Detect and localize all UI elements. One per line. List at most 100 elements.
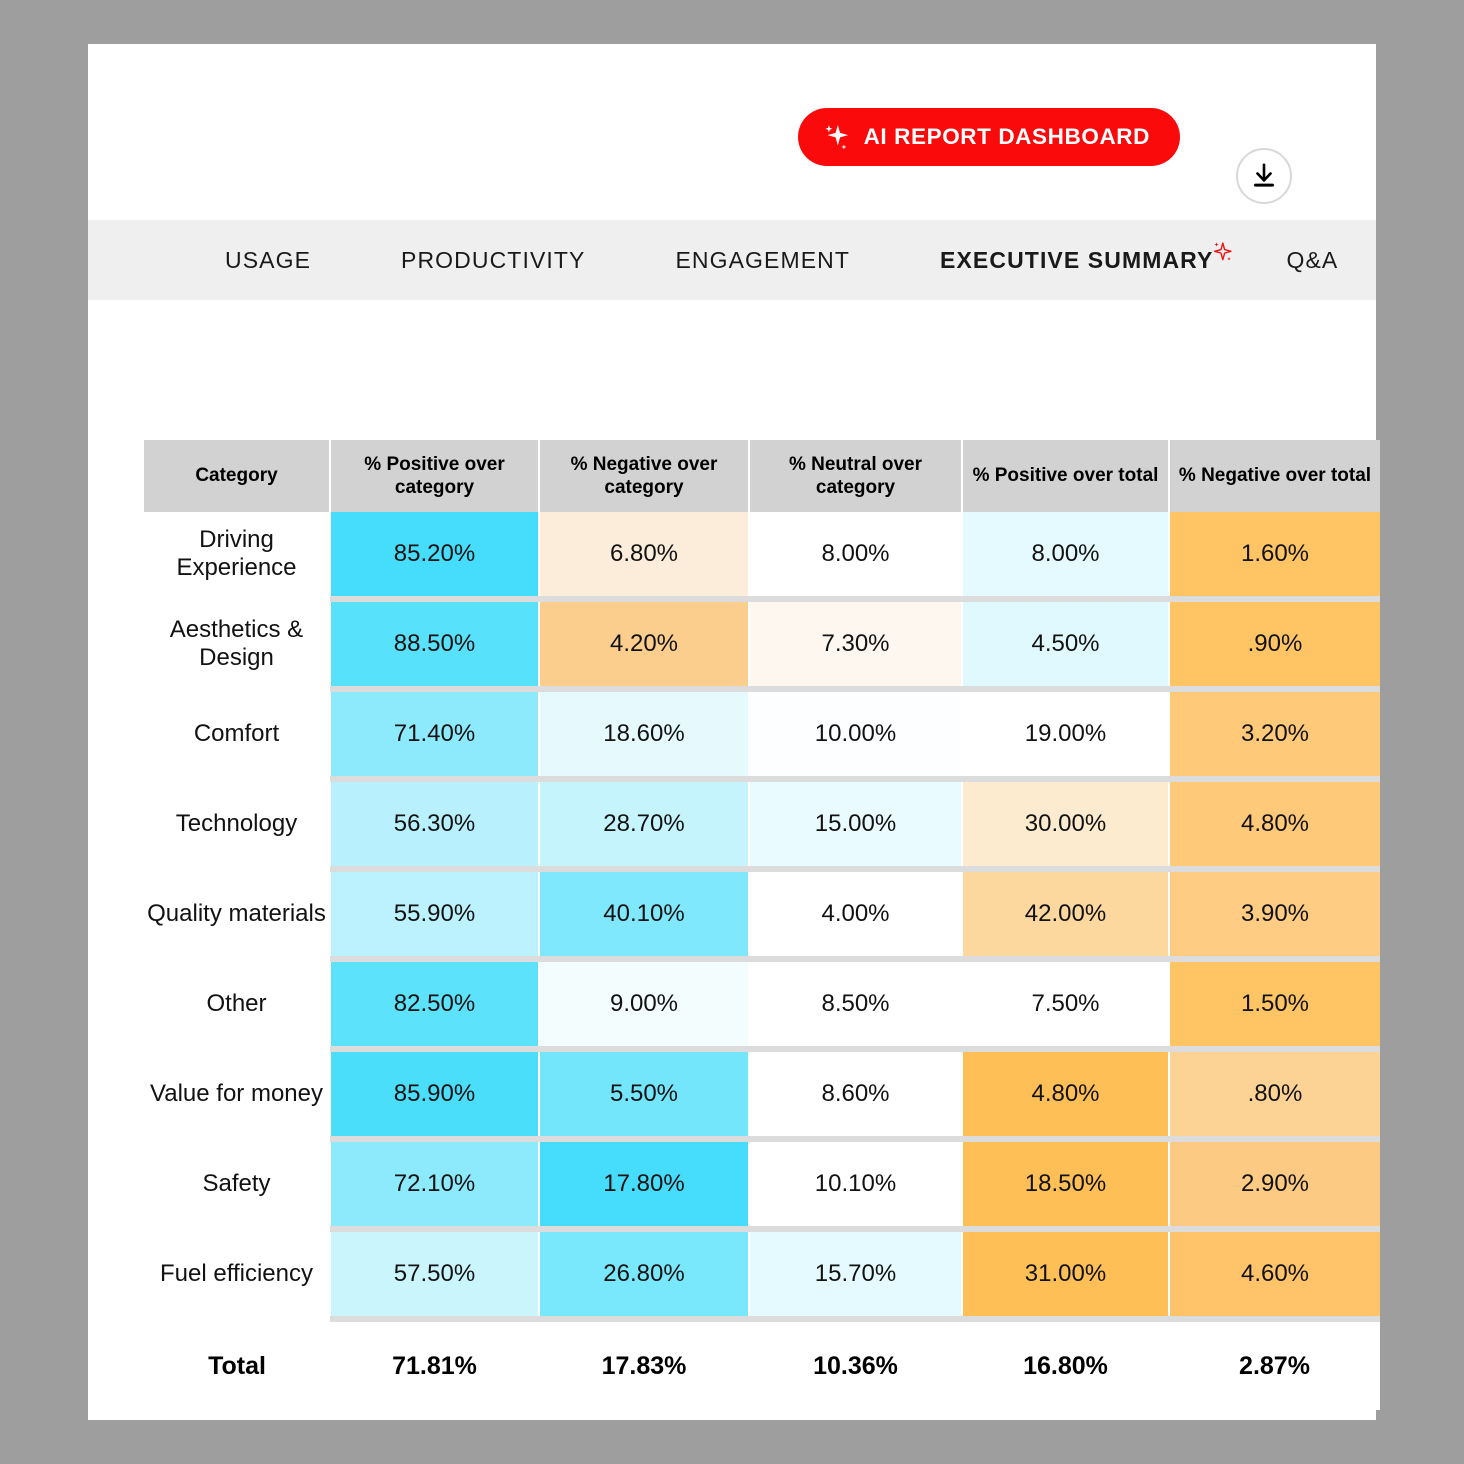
column-header-category[interactable]: Category — [144, 440, 331, 512]
page-header: AI REPORT DASHBOARD — [88, 44, 1376, 220]
table-row: Other 82.50% 9.00% 8.50% 7.50% 1.50% — [144, 962, 1380, 1046]
table-cell: 4.60% — [1169, 1232, 1380, 1316]
executive-summary-table: Category % Positive over category % Nega… — [144, 440, 1380, 1410]
row-category-label: Comfort — [144, 692, 331, 776]
table-cell: 18.60% — [539, 692, 750, 776]
table-cell: 40.10% — [539, 872, 750, 956]
sparkle-icon — [1214, 241, 1233, 261]
table-cell: 4.00% — [749, 872, 963, 956]
table-row: Value for money 85.90% 5.50% 8.60% 4.80% .80% — [144, 1052, 1380, 1136]
table-cell: 3.20% — [1169, 692, 1380, 776]
table-cell: 82.50% — [330, 962, 540, 1046]
table-cell: 15.70% — [749, 1232, 963, 1316]
table-cell: 31.00% — [962, 1232, 1170, 1316]
table-cell: 88.50% — [330, 602, 540, 686]
table-row: Comfort 71.40% 18.60% 10.00% 19.00% 3.20% — [144, 692, 1380, 776]
table-cell: 8.60% — [749, 1052, 963, 1136]
total-positive-over-category: 71.81% — [330, 1322, 539, 1410]
table-cell: 10.10% — [749, 1142, 963, 1226]
table-row: Quality materials 55.90% 40.10% 4.00% 42.00%… — [144, 872, 1380, 956]
table-cell: 30.00% — [962, 782, 1170, 866]
tab-engagement[interactable]: ENGAGEMENT — [630, 247, 895, 274]
table-cell: 85.90% — [330, 1052, 540, 1136]
table-cell: 26.80% — [539, 1232, 750, 1316]
row-category-label: Fuel efficiency — [144, 1232, 331, 1316]
row-category-label: Value for money — [144, 1052, 331, 1136]
table-cell: 28.70% — [539, 782, 750, 866]
table-cell: 17.80% — [539, 1142, 750, 1226]
column-header-neutral-over-category[interactable]: % Neutral over category — [749, 440, 963, 512]
column-header-positive-over-category[interactable]: % Positive over category — [330, 440, 540, 512]
download-button[interactable] — [1236, 148, 1292, 204]
tab-engagement-label: ENGAGEMENT — [675, 246, 851, 273]
download-icon — [1254, 163, 1274, 187]
table-cell: 19.00% — [962, 692, 1170, 776]
ai-report-dashboard-button[interactable]: AI REPORT DASHBOARD — [797, 108, 1180, 166]
tab-executive-summary[interactable]: EXECUTIVE SUMMARY — [895, 241, 1241, 274]
tab-qa-label: Q&A — [1286, 246, 1339, 273]
table-cell: 8.00% — [962, 512, 1170, 596]
column-header-positive-over-total[interactable]: % Positive over total — [962, 440, 1170, 512]
table-cell: 4.50% — [962, 602, 1170, 686]
table-cell: 56.30% — [330, 782, 540, 866]
table-row: Safety 72.10% 17.80% 10.10% 18.50% 2.90% — [144, 1142, 1380, 1226]
table-cell: 57.50% — [330, 1232, 540, 1316]
tab-usage[interactable]: USAGE — [180, 247, 356, 274]
table-header-row: Category % Positive over category % Nega… — [144, 440, 1380, 512]
table-cell: 1.60% — [1169, 512, 1380, 596]
table-cell: 18.50% — [962, 1142, 1170, 1226]
tab-usage-label: USAGE — [225, 246, 312, 273]
total-row: Total 71.81% 17.83% 10.36% 16.80% 2.87% — [144, 1322, 1380, 1410]
table-cell: 8.50% — [749, 962, 963, 1046]
table-cell: 8.00% — [749, 512, 963, 596]
total-neutral-over-category: 10.36% — [749, 1322, 962, 1410]
table-head: Category % Positive over category % Nega… — [144, 440, 1380, 512]
table-cell: .80% — [1169, 1052, 1380, 1136]
table-cell: .90% — [1169, 602, 1380, 686]
table-cell: 85.20% — [330, 512, 540, 596]
table-cell: 5.50% — [539, 1052, 750, 1136]
table-cell: 3.90% — [1169, 872, 1380, 956]
tab-executive-summary-label: EXECUTIVE SUMMARY — [940, 246, 1214, 273]
table-row: Fuel efficiency 57.50% 26.80% 15.70% 31.00% 4… — [144, 1232, 1380, 1316]
table-cell: 4.80% — [1169, 782, 1380, 866]
tab-qa[interactable]: Q&A — [1241, 247, 1383, 274]
table-cell: 72.10% — [330, 1142, 540, 1226]
table-body: Driving Experience 85.20% 6.80% 8.00% 8.00% 1… — [144, 512, 1380, 1316]
total-negative-over-category: 17.83% — [539, 1322, 749, 1410]
table-cell: 4.80% — [962, 1052, 1170, 1136]
column-header-negative-over-total[interactable]: % Negative over total — [1169, 440, 1380, 512]
total-label: Total — [144, 1322, 330, 1410]
tab-productivity[interactable]: PRODUCTIVITY — [356, 247, 630, 274]
table-cell: 2.90% — [1169, 1142, 1380, 1226]
table-cell: 7.30% — [749, 602, 963, 686]
content-spacer — [88, 300, 1376, 440]
summary-table-container: Category % Positive over category % Nega… — [88, 440, 1380, 1410]
table-cell: 7.50% — [962, 962, 1170, 1046]
row-category-label: Safety — [144, 1142, 331, 1226]
table-cell: 1.50% — [1169, 962, 1380, 1046]
table-cell: 4.20% — [539, 602, 750, 686]
row-category-label: Aesthetics & Design — [144, 602, 331, 686]
table-cell: 71.40% — [330, 692, 540, 776]
table-foot: Total 71.81% 17.83% 10.36% 16.80% 2.87% — [144, 1316, 1380, 1410]
table-cell: 55.90% — [330, 872, 540, 956]
table-cell: 10.00% — [749, 692, 963, 776]
tab-productivity-label: PRODUCTIVITY — [401, 246, 586, 273]
table-row: Technology 56.30% 28.70% 15.00% 30.00% 4.80% — [144, 782, 1380, 866]
ai-report-dashboard-label: AI REPORT DASHBOARD — [863, 124, 1150, 149]
total-negative-over-total: 2.87% — [1169, 1322, 1380, 1410]
table-cell: 42.00% — [962, 872, 1170, 956]
table-cell: 6.80% — [539, 512, 750, 596]
table-row: Driving Experience 85.20% 6.80% 8.00% 8.00% 1… — [144, 512, 1380, 596]
sparkle-icon — [820, 122, 850, 152]
table-cell: 9.00% — [539, 962, 750, 1046]
table-row: Aesthetics & Design 88.50% 4.20% 7.30% 4.50%… — [144, 602, 1380, 686]
row-category-label: Driving Experience — [144, 512, 331, 596]
total-positive-over-total: 16.80% — [962, 1322, 1169, 1410]
row-category-label: Other — [144, 962, 331, 1046]
tab-bar: USAGE PRODUCTIVITY ENGAGEMENT EXECUTIVE … — [88, 220, 1376, 300]
table-cell: 15.00% — [749, 782, 963, 866]
row-category-label: Quality materials — [144, 872, 331, 956]
column-header-negative-over-category[interactable]: % Negative over category — [539, 440, 750, 512]
